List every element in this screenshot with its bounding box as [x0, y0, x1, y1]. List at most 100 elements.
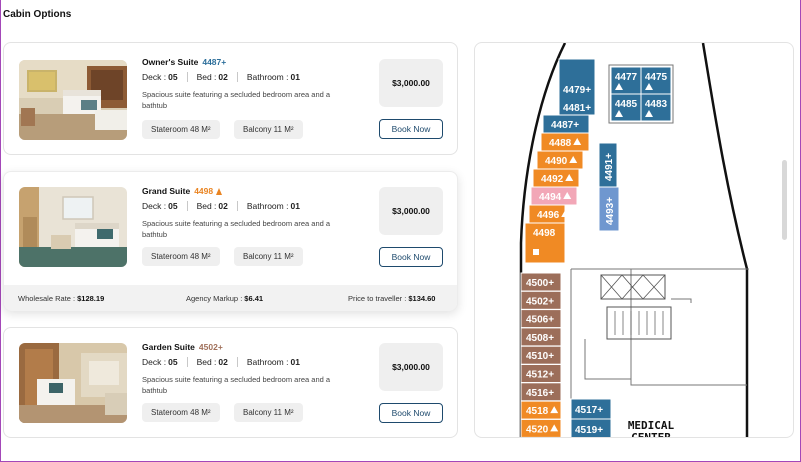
cabin-number: 4494 [539, 192, 562, 203]
deck-plan[interactable]: 4479+ 4481+ 4477 4475 4485 4483 4487+ 4488 4490 4… [475, 43, 794, 438]
deck-label: Deck : [142, 357, 167, 367]
cabin-name: Owner's Suite [142, 57, 199, 67]
cabin-specs: Deck :05 Bed :02 Bathroom :01 [142, 357, 300, 367]
cabin-layer[interactable]: 4479+ 4481+ 4477 4475 4485 4483 4487+ 4488 4490 4… [520, 58, 675, 438]
rate-breakdown-bar: Wholesale Rate : $128.19 Agency Markup : $… [4, 285, 457, 311]
cabin-number: 4479+ [563, 85, 591, 96]
cabin-number: 4493+ [605, 197, 616, 225]
cabin-card-garden-suite[interactable]: Garden Suite 4502+ Deck :05 Bed :02 Bathr… [3, 327, 458, 438]
cabin-card-grand-suite[interactable]: Grand Suite 4498 Deck :05 Bed :02 Bathroo… [3, 171, 458, 311]
wholesale-value: $128.19 [77, 294, 105, 303]
cabin-number: 4508+ [526, 333, 554, 344]
cabin-number: 4475 [645, 72, 668, 83]
map-scrollbar[interactable] [782, 160, 787, 240]
bathroom-label: Bathroom : [246, 201, 289, 211]
cabin-specs: Deck :05 Bed :02 Bathroom :01 [142, 72, 300, 82]
cabin-number: 4518 [526, 406, 549, 417]
wall [630, 269, 747, 386]
deck-label: Deck : [142, 201, 167, 211]
cabin-title-row: Owner's Suite 4487+ [142, 57, 226, 67]
deck-value: 05 [168, 201, 178, 211]
balcony-chip: Balcony 11 M² [234, 247, 303, 266]
cabin-number: 4491+ [604, 153, 615, 181]
medical-center-label: CENTER [631, 431, 671, 438]
cabin-title-row: Grand Suite 4498 [142, 186, 223, 196]
page-title: Cabin Options [3, 9, 72, 20]
cabin-number: 4487+ [551, 120, 579, 131]
elevator-cross [600, 274, 666, 300]
bed-label: Bed : [196, 201, 217, 211]
triangle-icon [216, 188, 223, 195]
cabin-description: Spacious suite featuring a secluded bedr… [142, 219, 331, 239]
stateroom-chip: Stateroom 48 M² [142, 120, 220, 139]
bathroom-label: Bathroom : [246, 72, 289, 82]
spec-divider [236, 72, 238, 82]
book-now-button[interactable]: Book Now [379, 119, 443, 139]
cabin-photo [19, 343, 127, 423]
spec-divider [186, 357, 188, 367]
cabin-number: 4502+ [526, 296, 554, 307]
cabin-number: 4506+ [526, 315, 554, 326]
cabin-code: 4502+ [198, 342, 223, 352]
cabin-number: 4490 [545, 156, 568, 167]
cabin-title-row: Garden Suite 4502+ [142, 342, 223, 352]
deck-map-panel[interactable]: 4479+ 4481+ 4477 4475 4485 4483 4487+ 4488 4490 4… [474, 42, 794, 438]
bed-value: 02 [218, 201, 228, 211]
cabin-number: 4510+ [526, 351, 554, 362]
bathroom-value: 01 [290, 201, 300, 211]
cabin-description: Spacious suite featuring a secluded bedr… [142, 90, 331, 110]
price-box: $3,000.00 [379, 343, 443, 391]
spec-divider [186, 72, 188, 82]
stateroom-chip: Stateroom 48 M² [142, 247, 220, 266]
spec-divider [236, 357, 238, 367]
wholesale-label: Wholesale Rate : [18, 294, 76, 303]
deck-value: 05 [168, 72, 178, 82]
agency-markup: Agency Markup : $6.41 [186, 294, 263, 303]
cabin-code: 4487+ [202, 57, 227, 67]
price-to-traveller: Price to traveller : $134.60 [348, 294, 435, 303]
cabin-name: Garden Suite [142, 342, 195, 352]
cabin-number: 4488 [549, 138, 572, 149]
cabin-number: 4519+ [575, 425, 603, 436]
deck-label: Deck : [142, 72, 167, 82]
cabin-number: 4496 [537, 210, 560, 221]
stair-steps [614, 311, 664, 335]
wall [671, 298, 692, 303]
cabin-photo [19, 187, 127, 267]
cabin-code: 4498 [194, 186, 214, 196]
markup-value: $6.41 [244, 294, 264, 303]
balcony-chip: Balcony 11 M² [234, 403, 303, 422]
cabin-name: Grand Suite [142, 186, 191, 196]
traveller-label: Price to traveller : [348, 294, 407, 303]
cabin-number: 4516+ [526, 388, 554, 399]
wall [584, 339, 631, 380]
price-box: $3,000.00 [379, 187, 443, 235]
bed-label: Bed : [196, 72, 217, 82]
traveller-value: $134.60 [408, 294, 436, 303]
book-now-button[interactable]: Book Now [379, 403, 443, 423]
stateroom-chip: Stateroom 48 M² [142, 403, 220, 422]
spec-divider [186, 201, 188, 211]
cabin-number: 4512+ [526, 370, 554, 381]
hull-right [701, 43, 749, 437]
cabin-number: 4498 [533, 228, 556, 239]
book-now-button[interactable]: Book Now [379, 247, 443, 267]
deck-value: 05 [168, 357, 178, 367]
cabin-number: 4517+ [575, 405, 603, 416]
bathroom-label: Bathroom : [246, 357, 289, 367]
bathroom-value: 01 [290, 357, 300, 367]
cabin-photo [19, 60, 127, 140]
balcony-chip: Balcony 11 M² [234, 120, 303, 139]
bathroom-value: 01 [290, 72, 300, 82]
bed-label: Bed : [196, 357, 217, 367]
cabin-number: 4477 [615, 72, 638, 83]
cabin-number: 4483 [645, 99, 668, 110]
cabin-number: 4485 [615, 99, 638, 110]
bed-value: 02 [218, 357, 228, 367]
cabin-description: Spacious suite featuring a secluded bedr… [142, 375, 331, 395]
square-icon [533, 249, 539, 255]
wholesale-rate: Wholesale Rate : $128.19 [18, 294, 104, 303]
cabin-number: 4492 [541, 174, 564, 185]
cabin-number: 4500+ [526, 278, 554, 289]
cabin-card-owners-suite[interactable]: Owner's Suite 4487+ Deck :05 Bed :02 Bath… [3, 42, 458, 155]
